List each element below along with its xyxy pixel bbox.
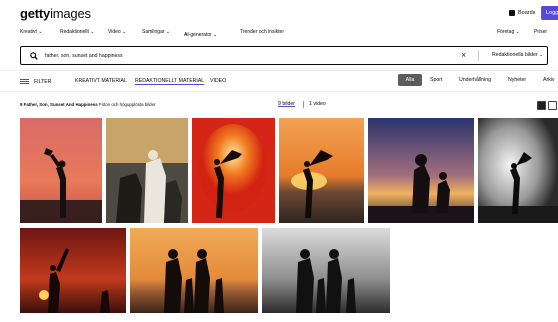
video-count-link[interactable]: 1 video (309, 101, 326, 107)
chip-nyheter[interactable]: Nyheter (508, 77, 526, 83)
filter-button[interactable]: FILTER (20, 78, 51, 85)
images-count-link[interactable]: 9 bilder (278, 101, 295, 107)
grid-view-icon[interactable] (537, 101, 546, 110)
login-button[interactable]: Logga (541, 6, 558, 20)
search-input[interactable]: father, son, sunset and happiness (45, 53, 123, 59)
boards-label: Boards (518, 10, 536, 16)
result-image-8[interactable] (130, 228, 258, 313)
tab-redaktionellt[interactable]: REDAKTIONELLT MATERIAL (135, 78, 204, 84)
tab-kreativt[interactable]: KREATIVT MATERIAL (75, 78, 127, 84)
boards-button[interactable]: Boards (509, 10, 535, 16)
scope-dropdown[interactable]: Redaktionella bilder ⌄ (492, 52, 543, 58)
search-icon[interactable] (30, 52, 38, 60)
chip-underhallning[interactable]: Underhållning (459, 77, 491, 83)
nav-samlingar[interactable]: Samlingar ⌄ (142, 29, 170, 35)
chip-arkiv[interactable]: Arkiv (543, 77, 555, 83)
nav-foretag[interactable]: Företag ⌄ (497, 29, 520, 35)
result-image-1[interactable] (20, 118, 102, 223)
search-bar[interactable]: father, son, sunset and happiness × Reda… (20, 46, 548, 65)
result-image-4[interactable] (279, 118, 364, 223)
nav-video[interactable]: Video ⌄ (108, 29, 126, 35)
nav-priser[interactable]: Priser (534, 29, 547, 35)
nav-redaktionellt[interactable]: Redaktionellt ⌄ (60, 29, 95, 35)
top-bar: gettyimages Boards Logga (0, 0, 558, 26)
result-image-2[interactable] (106, 118, 188, 223)
result-image-6[interactable] (478, 118, 558, 223)
nav-trender[interactable]: Trender och insikter (240, 29, 284, 35)
gettyimages-logo[interactable]: gettyimages (20, 6, 91, 21)
chip-sport[interactable]: Sport (430, 77, 442, 83)
result-image-7[interactable] (20, 228, 126, 313)
count-divider (303, 101, 304, 108)
nav-kreativt[interactable]: Kreativt ⌄ (20, 29, 43, 35)
boards-icon (509, 10, 515, 16)
result-image-5[interactable] (368, 118, 474, 223)
chip-alla[interactable]: Alla (398, 74, 422, 86)
result-image-3[interactable] (192, 118, 275, 223)
results-heading: 9 Father, Son, Sunset And Happiness Foto… (20, 102, 156, 107)
search-divider (478, 50, 479, 61)
tab-video[interactable]: VIDEO (210, 78, 226, 84)
filter-icon (20, 78, 29, 85)
filter-label: FILTER (34, 78, 52, 85)
close-icon[interactable]: × (461, 50, 466, 60)
main-nav: Kreativt ⌄ Redaktionellt ⌄ Video ⌄ Samli… (20, 29, 548, 38)
result-image-9[interactable] (262, 228, 390, 313)
mosaic-view-icon[interactable] (548, 101, 557, 110)
